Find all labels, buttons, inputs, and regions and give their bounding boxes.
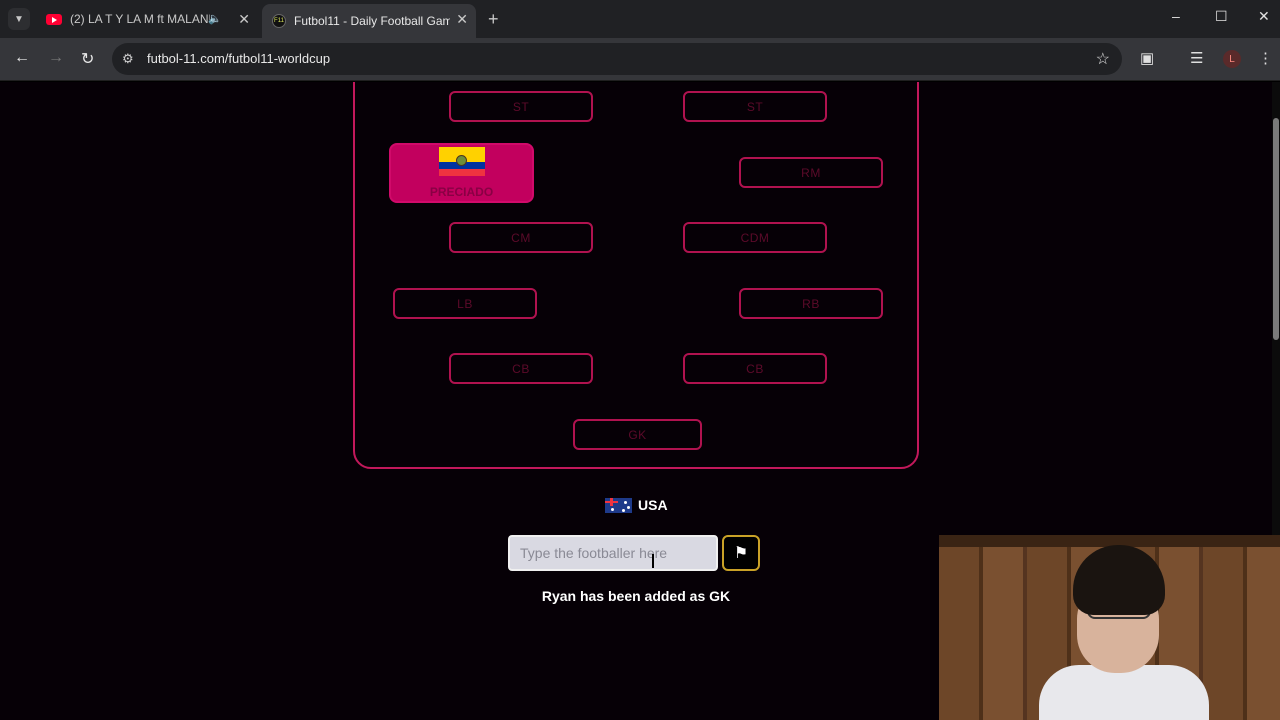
- slot-lm-filled[interactable]: PRECIADO: [389, 143, 534, 203]
- webcam-overlay: [939, 535, 1280, 720]
- reload-icon[interactable]: ↻: [81, 49, 94, 69]
- futbol11-icon: F11: [272, 14, 286, 28]
- profile-avatar[interactable]: L: [1223, 50, 1241, 68]
- streamer-figure: [1039, 545, 1209, 720]
- flag-icon: ⚑: [733, 545, 749, 562]
- media-control-icon[interactable]: ☰: [1190, 49, 1203, 67]
- close-tab-icon[interactable]: ✕: [456, 11, 468, 28]
- slot-st-left[interactable]: ST: [449, 91, 593, 122]
- text-cursor: [652, 554, 654, 568]
- address-bar: ← → ↻ ⚙ futbol-11.com/futbol11-worldcup …: [0, 38, 1280, 81]
- forward-icon[interactable]: →: [48, 49, 64, 67]
- tab-youtube[interactable]: (2) LA T Y LA M ft MALANDRO 🔈 ✕: [36, 4, 258, 34]
- url-text[interactable]: futbol-11.com/futbol11-worldcup: [147, 51, 330, 66]
- youtube-icon: [46, 13, 62, 25]
- tab-futbol11[interactable]: F11 Futbol11 - Daily Football Games ✕: [262, 4, 476, 38]
- tab-search-button[interactable]: ▼: [8, 8, 30, 30]
- footballer-input[interactable]: [508, 535, 718, 571]
- slot-cdm[interactable]: CDM: [683, 222, 827, 253]
- ecuador-flag-icon: [439, 147, 485, 176]
- maximize-icon[interactable]: ☐: [1215, 8, 1228, 25]
- country-name: USA: [638, 497, 668, 513]
- extensions-icon[interactable]: ▣: [1140, 49, 1154, 67]
- slot-lb[interactable]: LB: [393, 288, 537, 319]
- close-tab-icon[interactable]: ✕: [238, 11, 250, 28]
- slot-cb-left[interactable]: CB: [449, 353, 593, 384]
- slot-gk[interactable]: GK: [573, 419, 702, 450]
- flag-button[interactable]: ⚑: [722, 535, 760, 571]
- back-icon[interactable]: ←: [14, 49, 30, 67]
- slot-cm[interactable]: CM: [449, 222, 593, 253]
- menu-icon[interactable]: ⋮: [1258, 49, 1273, 67]
- slot-rm[interactable]: RM: [739, 157, 883, 188]
- formation-pitch: [353, 82, 919, 469]
- new-tab-icon[interactable]: +: [488, 9, 499, 30]
- omnibox[interactable]: ⚙ futbol-11.com/futbol11-worldcup ☆: [112, 43, 1122, 75]
- speaker-icon[interactable]: 🔈: [208, 12, 222, 25]
- country-prompt: USA: [605, 496, 668, 514]
- tab-bar: ▼ (2) LA T Y LA M ft MALANDRO 🔈 ✕ F11 Fu…: [0, 0, 1280, 38]
- tab-title: (2) LA T Y LA M ft MALANDRO: [70, 12, 210, 26]
- slot-rb[interactable]: RB: [739, 288, 883, 319]
- scrollbar-thumb[interactable]: [1273, 118, 1279, 340]
- bookmark-star-icon[interactable]: ☆: [1096, 49, 1110, 69]
- slot-cb-right[interactable]: CB: [683, 353, 827, 384]
- minimize-icon[interactable]: –: [1172, 8, 1180, 24]
- close-window-icon[interactable]: ✕: [1258, 8, 1270, 25]
- player-name: PRECIADO: [429, 185, 494, 199]
- slot-st-right[interactable]: ST: [683, 91, 827, 122]
- site-info-icon[interactable]: ⚙: [122, 51, 134, 67]
- australia-flag-icon: [605, 497, 632, 513]
- tab-title: Futbol11 - Daily Football Games: [294, 14, 450, 28]
